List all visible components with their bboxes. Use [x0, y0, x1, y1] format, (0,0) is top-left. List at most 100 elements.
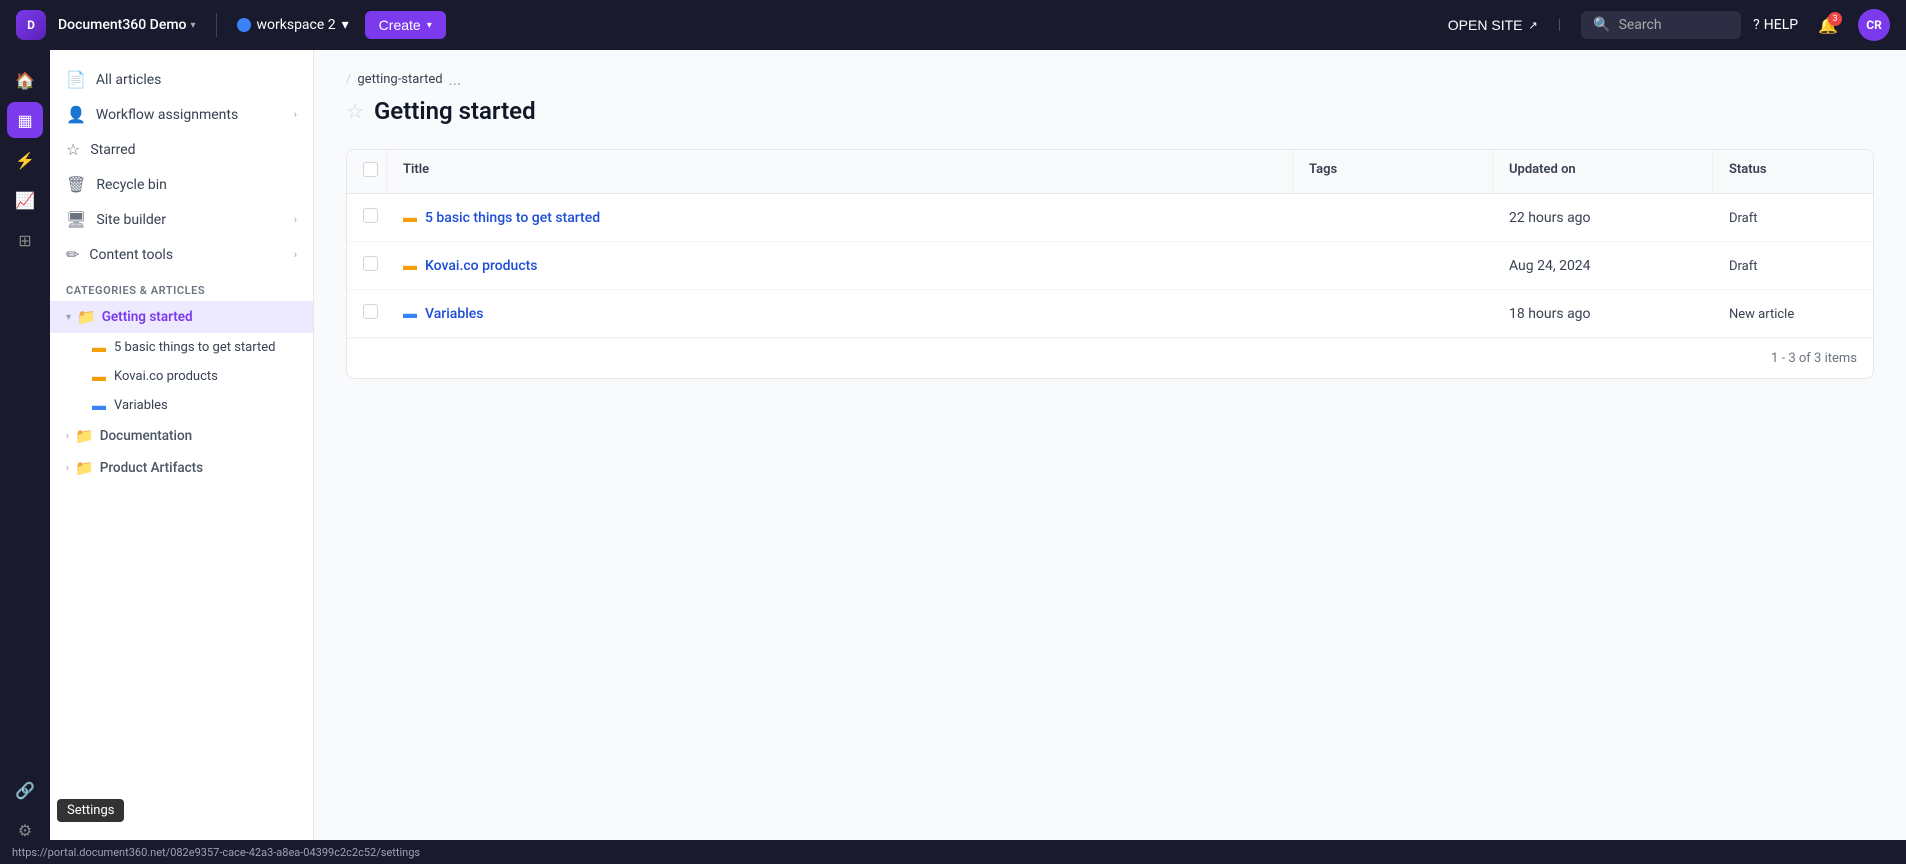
- categories-header: CATEGORIES & ARTICLES: [50, 272, 313, 301]
- articles-table: Title Tags Updated on Status ▬: [346, 149, 1874, 379]
- tree-child-kovai[interactable]: ▬ Kovai.co products: [50, 362, 313, 391]
- th-title: Title: [387, 150, 1293, 193]
- table-row: ▬ Variables 18 hours ago New article: [347, 290, 1873, 338]
- pagination-info: 1 - 3 of 3 items: [347, 338, 1873, 378]
- settings-tooltip: Settings: [57, 799, 124, 822]
- rail-item-workflow[interactable]: ⚡: [7, 142, 43, 178]
- rail-bottom-section: 🔗 ⚙ Settings: [7, 772, 43, 848]
- variables-doc-icon: ▬: [92, 397, 106, 414]
- workflow-chevron-icon: ›: [294, 108, 297, 121]
- site-builder-label: Site builder: [96, 212, 166, 228]
- tree-child-basic-things[interactable]: ▬ 5 basic things to get started: [50, 333, 313, 362]
- row1-checkbox[interactable]: [363, 208, 378, 223]
- documentation-label: Documentation: [100, 428, 192, 444]
- documentation-chevron-icon: ›: [66, 431, 69, 442]
- workspace-chevron-icon: ▾: [342, 17, 349, 33]
- table-row: ▬ 5 basic things to get started 22 hours…: [347, 194, 1873, 242]
- sidebar-item-recycle-bin[interactable]: 🗑 Recycle bin: [50, 167, 313, 202]
- favorite-star-icon[interactable]: ☆: [346, 99, 364, 123]
- tree-item-product-artifacts[interactable]: › 📁 Product Artifacts: [50, 452, 313, 484]
- product-artifacts-folder-icon: 📁: [75, 459, 94, 477]
- page-title: Getting started: [374, 97, 536, 125]
- sidebar-item-site-builder[interactable]: 🖥 Site builder ›: [50, 202, 313, 237]
- row1-doc-icon: ▬: [403, 209, 417, 226]
- help-button[interactable]: ? HELP: [1753, 17, 1798, 33]
- content-tools-icon: ✏: [66, 245, 79, 264]
- settings-gear-icon: ⚙: [18, 821, 32, 840]
- tree-item-getting-started[interactable]: ▾ 📁 Getting started: [50, 301, 313, 333]
- breadcrumb-separator: /: [346, 72, 351, 87]
- app-name-button[interactable]: Document360 Demo ▾: [58, 17, 196, 33]
- all-articles-icon: 📄: [66, 70, 86, 89]
- analytics-icon: 📈: [15, 191, 35, 210]
- td-title-3[interactable]: ▬ Variables: [387, 291, 1293, 336]
- kovai-doc-icon: ▬: [92, 368, 106, 385]
- rail-item-articles[interactable]: ▦: [7, 102, 43, 138]
- td-updated-1: 22 hours ago: [1493, 196, 1713, 240]
- basic-things-label: 5 basic things to get started: [114, 340, 275, 355]
- app-header: D Document360 Demo ▾ workspace 2 ▾ Creat…: [0, 0, 1906, 50]
- left-rail: 🏠 ▦ ⚡ 📈 ⊞ 🔗 ⚙ Settings: [0, 50, 50, 864]
- breadcrumb-current[interactable]: getting-started: [357, 72, 442, 87]
- notifications-button[interactable]: 🔔 3: [1818, 16, 1838, 35]
- td-title-1[interactable]: ▬ 5 basic things to get started: [387, 195, 1293, 240]
- articles-icon: ▦: [17, 111, 32, 130]
- getting-started-label: Getting started: [102, 309, 193, 325]
- site-builder-icon: 🖥: [66, 210, 86, 229]
- external-link-icon: ↗: [1528, 19, 1537, 32]
- row3-status-badge: New article: [1729, 307, 1794, 322]
- product-artifacts-chevron-icon: ›: [66, 463, 69, 474]
- rail-item-home[interactable]: 🏠: [7, 62, 43, 98]
- main-inner: / getting-started ... ☆ Getting started …: [314, 50, 1906, 399]
- th-checkbox: [347, 150, 387, 193]
- starred-label: Starred: [90, 142, 135, 158]
- workspace-selector[interactable]: workspace 2 ▾: [237, 17, 349, 33]
- create-dropdown-arrow-icon: ▾: [427, 20, 432, 31]
- row2-status-badge: Draft: [1729, 259, 1758, 274]
- th-updated-on: Updated on: [1493, 150, 1713, 193]
- sidebar-item-all-articles[interactable]: 📄 All articles: [50, 62, 313, 97]
- workspace-label: workspace 2: [257, 17, 336, 33]
- row2-updated: Aug 24, 2024: [1509, 258, 1591, 274]
- create-button[interactable]: Create ▾: [365, 11, 446, 39]
- breadcrumb-more-button[interactable]: ...: [449, 70, 462, 89]
- app-name-label: Document360 Demo: [58, 17, 186, 33]
- td-tags-3: [1293, 300, 1493, 328]
- getting-started-chevron-icon: ▾: [66, 312, 71, 323]
- workflow-label: Workflow assignments: [96, 107, 238, 123]
- starred-icon: ☆: [66, 140, 80, 159]
- page-header: ☆ Getting started: [346, 97, 1874, 125]
- table-row: ▬ Kovai.co products Aug 24, 2024 Draft: [347, 242, 1873, 290]
- logo-text: D: [27, 18, 35, 32]
- td-title-2[interactable]: ▬ Kovai.co products: [387, 243, 1293, 288]
- workflow-icon: ⚡: [15, 151, 35, 170]
- workspace-dot-icon: [237, 18, 251, 32]
- sidebar-item-workflow[interactable]: 👤 Workflow assignments ›: [50, 97, 313, 132]
- tree-child-variables[interactable]: ▬ Variables: [50, 391, 313, 420]
- rail-item-widgets[interactable]: ⊞: [7, 222, 43, 258]
- open-site-button[interactable]: OPEN SITE ↗: [1448, 17, 1538, 33]
- variables-label: Variables: [114, 398, 168, 413]
- row2-checkbox[interactable]: [363, 256, 378, 271]
- row2-title: Kovai.co products: [425, 258, 538, 274]
- td-status-3: New article: [1713, 292, 1873, 336]
- select-all-checkbox[interactable]: [363, 162, 378, 177]
- th-tags-label: Tags: [1309, 162, 1337, 177]
- sidebar-item-starred[interactable]: ☆ Starred: [50, 132, 313, 167]
- help-label: HELP: [1764, 17, 1798, 33]
- search-bar[interactable]: 🔍 Search: [1581, 11, 1741, 39]
- td-tags-1: [1293, 204, 1493, 232]
- tree-item-documentation[interactable]: › 📁 Documentation: [50, 420, 313, 452]
- rail-item-analytics[interactable]: 📈: [7, 182, 43, 218]
- row1-title: 5 basic things to get started: [425, 210, 600, 226]
- rail-item-integrations[interactable]: 🔗: [7, 772, 43, 808]
- search-placeholder-text: Search: [1619, 17, 1662, 33]
- row3-checkbox[interactable]: [363, 304, 378, 319]
- kovai-label: Kovai.co products: [114, 369, 218, 384]
- th-tags: Tags: [1293, 150, 1493, 193]
- user-avatar[interactable]: CR: [1858, 9, 1890, 41]
- th-status: Status: [1713, 150, 1873, 193]
- main-content: / getting-started ... ☆ Getting started …: [314, 50, 1906, 864]
- create-label: Create: [379, 17, 421, 33]
- sidebar-item-content-tools[interactable]: ✏ Content tools ›: [50, 237, 313, 272]
